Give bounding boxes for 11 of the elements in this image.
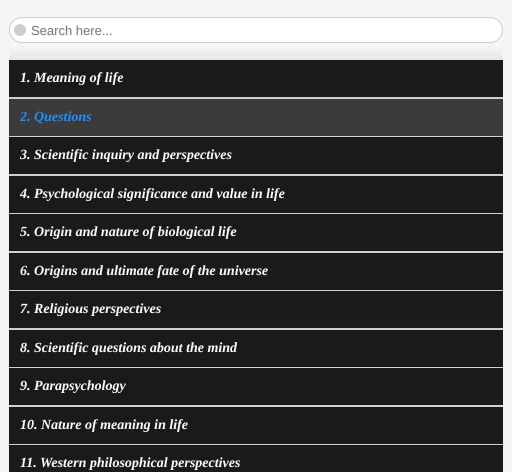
list-item[interactable]: 8. Scientific questions about the mind: [9, 330, 503, 366]
list-item[interactable]: 3. Scientific inquiry and perspectives: [9, 137, 503, 174]
list-item[interactable]: 5. Origin and nature of biological life: [9, 214, 503, 251]
list-item[interactable]: 7. Religious perspectives: [9, 291, 503, 328]
list-item[interactable]: 1. Meaning of life: [9, 60, 503, 97]
list-item[interactable]: 11. Western philosophical perspectives: [9, 445, 503, 472]
list-item[interactable]: 10. Nature of meaning in life: [9, 406, 503, 444]
list-item[interactable]: 9. Parapsychology: [9, 368, 503, 405]
search-field[interactable]: Search here...: [9, 17, 503, 43]
list-item[interactable]: 6. Origins and ultimate fate of the universe: [9, 252, 503, 290]
list-item[interactable]: 4. Psychological significance and value in life: [9, 176, 503, 212]
